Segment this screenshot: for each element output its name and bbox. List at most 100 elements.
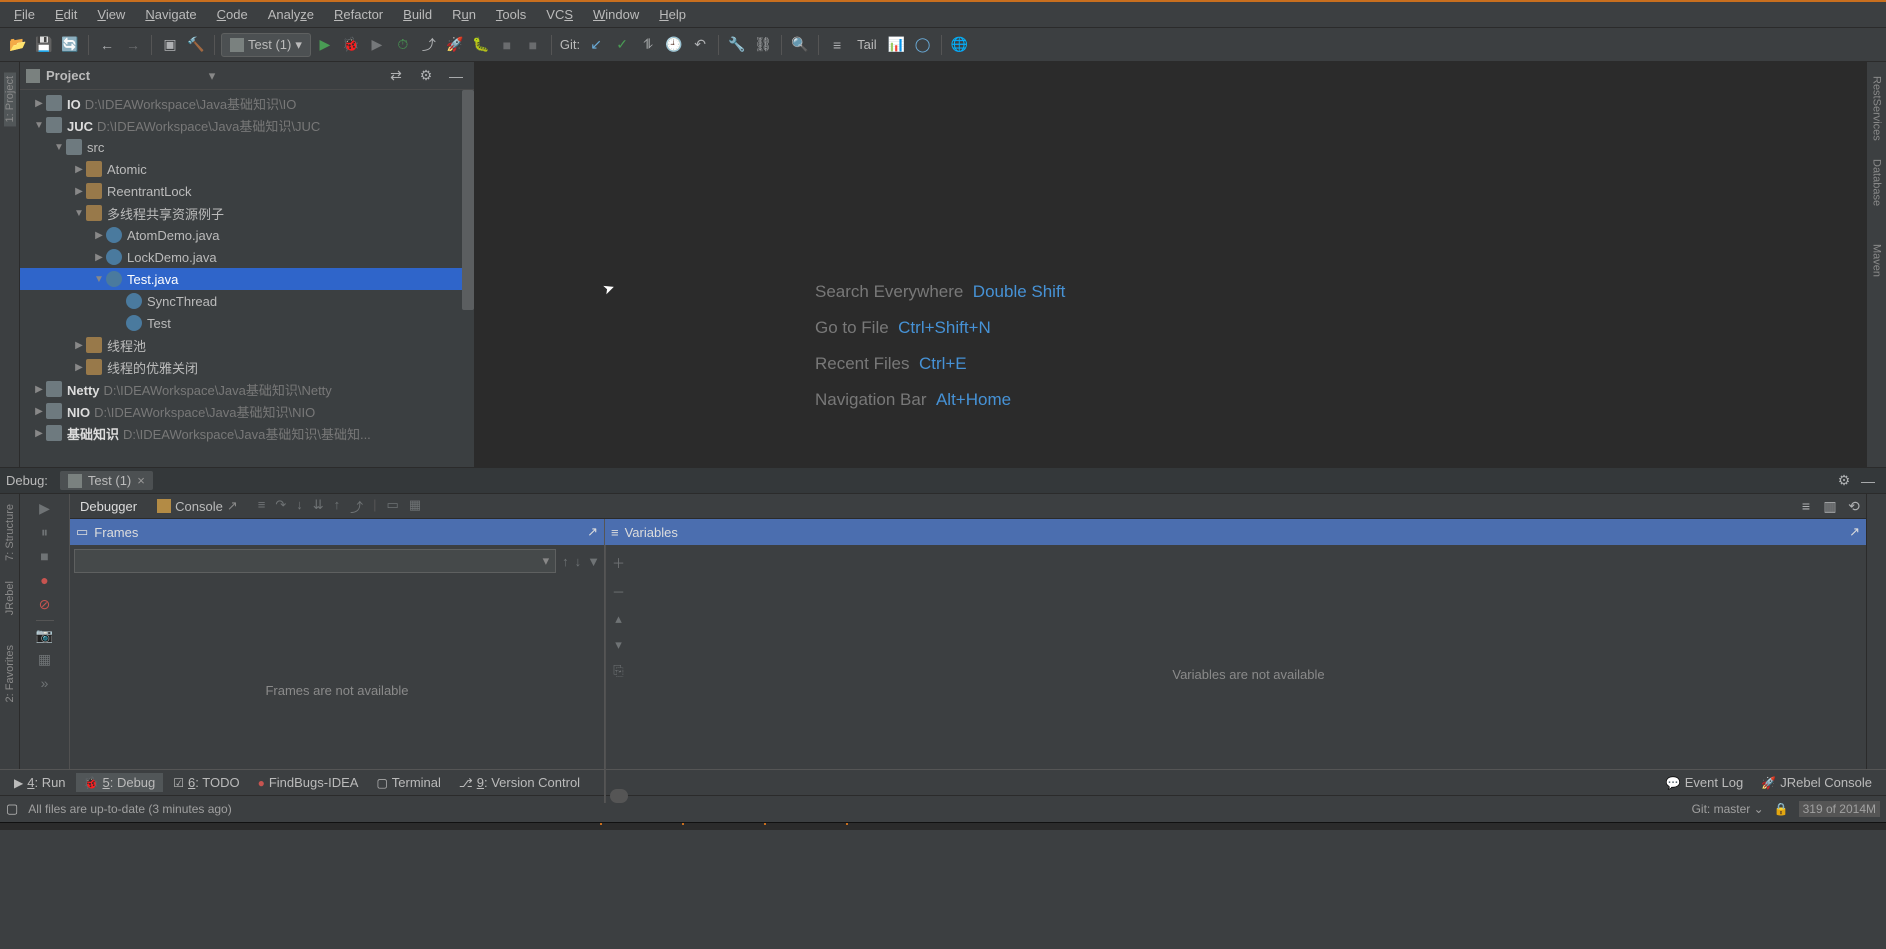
tree-arrow-icon[interactable]: ▶ xyxy=(72,186,86,197)
rerun-icon[interactable]: ▶ xyxy=(36,500,54,518)
gutter-maven-button[interactable]: Maven xyxy=(1871,240,1883,281)
step-over-icon[interactable]: ↷ xyxy=(275,497,286,516)
menu-code[interactable]: Code xyxy=(207,5,258,24)
menu-analyze[interactable]: Analyze xyxy=(258,5,324,24)
git-branch[interactable]: Git: master ⌄ xyxy=(1692,802,1764,816)
project-structure-icon[interactable]: ⛓ xyxy=(751,33,775,57)
gear-icon[interactable]: ⚙ xyxy=(414,64,438,88)
run-tab[interactable]: ▶4: Run xyxy=(6,773,74,792)
lock-icon[interactable]: 🔒 xyxy=(1774,802,1789,816)
tree-row[interactable]: ▶Atomic xyxy=(20,158,474,180)
menu-file[interactable]: File xyxy=(4,5,45,24)
tree-row[interactable]: ▶LockDemo.java xyxy=(20,246,474,268)
debug-icon[interactable]: 🐞 xyxy=(339,33,363,57)
version-control-tab[interactable]: ⎇9: Version Control xyxy=(451,773,588,792)
tree-row[interactable]: ▼JUCD:\IDEAWorkspace\Java基础知识\JUC xyxy=(20,114,474,136)
todo-tab[interactable]: ☑6: TODO xyxy=(165,773,247,792)
coverage-icon[interactable]: ▶ xyxy=(365,33,389,57)
jrebel-run-icon[interactable]: 🚀 xyxy=(443,33,467,57)
restore-layout-icon[interactable]: ⟲ xyxy=(1842,494,1866,518)
menu-build[interactable]: Build xyxy=(393,5,442,24)
git-history-icon[interactable]: 🕘 xyxy=(662,33,686,57)
menu-tools[interactable]: Tools xyxy=(486,5,536,24)
mute-breakpoints-icon[interactable]: ⊘ xyxy=(36,596,54,614)
tree-arrow-icon[interactable]: ▼ xyxy=(92,274,106,285)
close-icon[interactable]: × xyxy=(137,473,145,488)
tree-row[interactable]: ▶ReentrantLock xyxy=(20,180,474,202)
hide-icon[interactable]: — xyxy=(444,64,468,88)
menu-view[interactable]: View xyxy=(87,5,135,24)
jrebel-console-tab[interactable]: 🚀JRebel Console xyxy=(1753,773,1880,792)
open-icon[interactable]: 📂 xyxy=(6,33,30,57)
expand-icon[interactable]: ↗ xyxy=(587,524,598,540)
stop2-icon[interactable]: ■ xyxy=(521,33,545,57)
breakpoints-icon[interactable]: ● xyxy=(36,572,54,590)
tree-row[interactable]: SyncThread xyxy=(20,290,474,312)
pause-icon[interactable]: ⏸ xyxy=(36,524,54,542)
evaluate-icon[interactable]: ▦ xyxy=(409,497,421,516)
tree-arrow-icon[interactable]: ▶ xyxy=(92,252,106,263)
menu-run[interactable]: Run xyxy=(442,5,486,24)
layout-icon[interactable]: ▦ xyxy=(36,651,54,669)
settings-icon[interactable]: 🔧 xyxy=(725,33,749,57)
console-tab[interactable]: Console ↗ xyxy=(147,495,248,517)
tree-arrow-icon[interactable]: ▼ xyxy=(52,142,66,153)
project-toggle-icon[interactable]: ▣ xyxy=(158,33,182,57)
filter-icon[interactable]: ▼ xyxy=(587,554,600,569)
debugger-tab[interactable]: Debugger xyxy=(70,496,147,517)
run-icon[interactable]: ▶ xyxy=(313,33,337,57)
expand-icon[interactable]: ↗ xyxy=(1849,524,1860,540)
jrebel-debug-icon[interactable]: 🐛 xyxy=(469,33,493,57)
drop-frame-icon[interactable]: ⤴ xyxy=(350,497,363,516)
tree-row[interactable]: ▶线程池 xyxy=(20,334,474,356)
git-commit-icon[interactable]: ✓ xyxy=(610,33,634,57)
next-frame-icon[interactable]: ↓ xyxy=(575,554,582,569)
scrollbar[interactable] xyxy=(462,90,474,467)
build-icon[interactable]: 🔨 xyxy=(184,33,208,57)
stop-icon[interactable]: ■ xyxy=(36,548,54,566)
menu-window[interactable]: Window xyxy=(583,5,649,24)
threads-icon[interactable]: ≡ xyxy=(1794,494,1818,518)
git-compare-icon[interactable]: ⥮ xyxy=(636,33,660,57)
tree-row[interactable]: ▼多线程共享资源例子 xyxy=(20,202,474,224)
sync-icon[interactable]: 🔄 xyxy=(58,33,82,57)
up-icon[interactable]: ▴ xyxy=(615,611,622,627)
tree-arrow-icon[interactable]: ▶ xyxy=(32,406,46,417)
down-icon[interactable]: ▾ xyxy=(615,637,622,653)
project-tree[interactable]: ▶IOD:\IDEAWorkspace\Java基础知识\IO▼JUCD:\ID… xyxy=(20,90,474,467)
menu-navigate[interactable]: Navigate xyxy=(135,5,206,24)
debug-session-tab[interactable]: Test (1) × xyxy=(60,471,153,490)
profile-icon[interactable]: ⏱ xyxy=(391,33,415,57)
remove-watch-icon[interactable]: － xyxy=(612,582,625,601)
tree-arrow-icon[interactable]: ▶ xyxy=(32,428,46,439)
git-revert-icon[interactable]: ↶ xyxy=(688,33,712,57)
memory-icon[interactable]: ▥ xyxy=(1818,494,1842,518)
add-watch-icon[interactable]: ＋ xyxy=(612,553,625,572)
step-out-icon[interactable]: ↑ xyxy=(334,497,341,516)
memory-indicator[interactable]: 319 of 2014M xyxy=(1799,801,1880,817)
tree-row[interactable]: ▶NIOD:\IDEAWorkspace\Java基础知识\NIO xyxy=(20,400,474,422)
show-exec-point-icon[interactable]: ≡ xyxy=(258,497,266,516)
force-step-into-icon[interactable]: ⇊ xyxy=(313,497,324,516)
menu-edit[interactable]: Edit xyxy=(45,5,87,24)
tree-row[interactable]: ▼src xyxy=(20,136,474,158)
menu-refactor[interactable]: Refactor xyxy=(324,5,393,24)
gutter-restservices-button[interactable]: RestServices xyxy=(1871,72,1883,145)
gutter-jrebel-button[interactable]: JRebel xyxy=(4,581,16,615)
tree-row[interactable]: ▶AtomDemo.java xyxy=(20,224,474,246)
gutter-project-button[interactable]: 1: Project xyxy=(4,72,16,126)
tree-row[interactable]: ▶基础知识D:\IDEAWorkspace\Java基础知识\基础知... xyxy=(20,422,474,444)
menu-vcs[interactable]: VCS xyxy=(536,5,583,24)
debug-tab-button[interactable]: 🐞5: Debug xyxy=(76,773,164,792)
git-update-icon[interactable]: ↙ xyxy=(584,33,608,57)
status-icon[interactable]: ▢ xyxy=(6,801,18,817)
gutter-database-button[interactable]: Database xyxy=(1871,155,1883,210)
menu-help[interactable]: Help xyxy=(649,5,696,24)
gutter-structure-button[interactable]: 7: Structure xyxy=(4,504,16,561)
reformat-icon[interactable]: ≡ xyxy=(825,33,849,57)
scrollbar-thumb[interactable] xyxy=(462,90,474,310)
save-icon[interactable]: 💾 xyxy=(32,33,56,57)
back-icon[interactable]: ← xyxy=(95,33,119,57)
findbugs-tab[interactable]: ●FindBugs-IDEA xyxy=(250,773,367,792)
pin-icon[interactable]: » xyxy=(36,675,54,693)
